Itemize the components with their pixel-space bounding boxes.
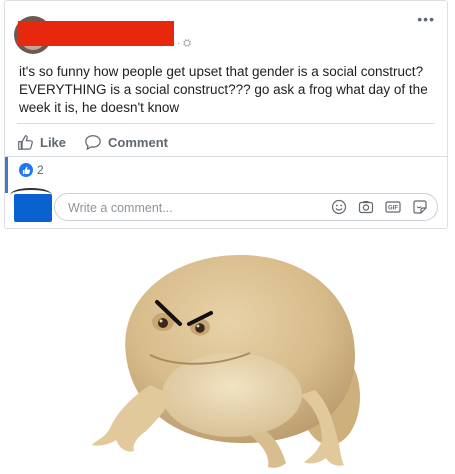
facebook-post-card: · ⛭ ••• it's so funny how people get ups… [4,0,448,229]
emoji-icon[interactable] [330,198,348,216]
composer-tools: GIF [321,198,429,216]
post-meta: · ⛭ [177,38,192,49]
like-button[interactable]: Like [17,134,66,151]
reaction-summary[interactable]: 2 [19,163,44,177]
comment-composer: GIF [54,193,438,222]
speech-bubble-icon [85,134,101,150]
comment-input[interactable] [66,194,320,222]
post-actions: Like Comment [17,129,186,155]
reaction-accent-bar [5,157,8,193]
thumbs-up-icon [18,134,33,150]
divider [17,123,435,124]
grumpy-frog-image [92,255,360,468]
gif-icon[interactable]: GIF [384,198,402,216]
camera-icon[interactable] [357,198,375,216]
svg-text:GIF: GIF [388,206,398,212]
like-label: Like [40,134,67,150]
sticker-icon[interactable] [411,198,429,216]
comment-label: Comment [108,134,168,150]
post-text: it's so funny how people get upset that … [19,64,428,115]
reaction-count: 2 [37,163,44,177]
redacted-author-name [18,21,174,46]
divider [5,156,447,157]
more-options-icon[interactable]: ••• [417,11,435,27]
like-reaction-icon [19,163,33,177]
comment-button[interactable]: Comment [84,134,168,151]
current-user-avatar[interactable] [10,188,52,222]
